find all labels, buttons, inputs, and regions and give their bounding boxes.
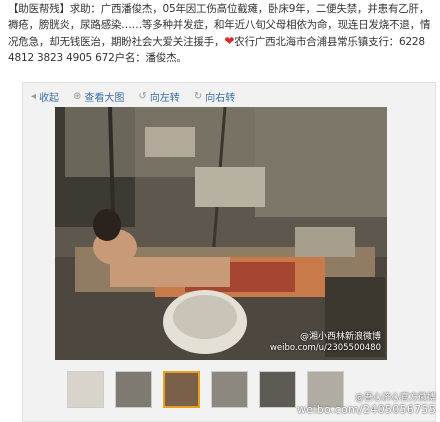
photo-watermark-line1: @湘小西林新浪微博 — [299, 332, 381, 342]
rotate-right-icon: ↻ — [193, 90, 203, 102]
thumbnail-active[interactable] — [163, 371, 200, 408]
rotate-left-label: 向左转 — [149, 92, 180, 104]
bottom-watermark-line2: weibo.com/2405056755 — [296, 403, 436, 416]
view-large-label: 查看大图 — [84, 92, 125, 104]
rotate-left-button[interactable]: ↺ 向左转 — [138, 88, 179, 104]
collapse-icon: ◂ — [31, 90, 37, 102]
heart-icon: ❤ — [224, 34, 235, 48]
post-text: 【助医帮残】求助：广西潘俊杰，05年因工伤高位截瘫，卧床9年，二便失禁，并患有乙… — [8, 1, 436, 66]
photo-illustration — [55, 107, 387, 360]
thumbnail[interactable] — [211, 371, 248, 408]
collapse-label: 收起 — [39, 92, 60, 104]
thumbnail[interactable] — [115, 371, 152, 408]
collapse-button[interactable]: ◂ 收起 — [31, 88, 59, 104]
media-card: ◂ 收起 ⊕ 查看大图 ↺ 向左转 ↻ 向右转 @湘小西林新浪微博 weibo.… — [22, 82, 436, 422]
zoom-icon: ⊕ — [73, 90, 82, 102]
photo-watermark-line2: weibo.com/u/2305500480 — [269, 343, 381, 353]
rotate-right-button[interactable]: ↻ 向右转 — [194, 88, 235, 104]
photo-watermark: @湘小西林新浪微博 weibo.com/u/2305500480 — [270, 332, 381, 354]
media-toolbar: ◂ 收起 ⊕ 查看大图 ↺ 向左转 ↻ 向右转 — [31, 88, 235, 104]
rotate-right-label: 向右转 — [205, 92, 236, 104]
main-photo[interactable]: @湘小西林新浪微博 weibo.com/u/2305500480 — [55, 107, 387, 360]
view-large-button[interactable]: ⊕ 查看大图 — [73, 88, 124, 104]
thumbnail[interactable] — [67, 371, 104, 408]
thumbnail[interactable] — [259, 371, 296, 408]
rotate-left-icon: ↺ — [138, 90, 147, 102]
bottom-watermark: @吾心济心官方微博 weibo.com/2405056755 — [297, 393, 436, 415]
